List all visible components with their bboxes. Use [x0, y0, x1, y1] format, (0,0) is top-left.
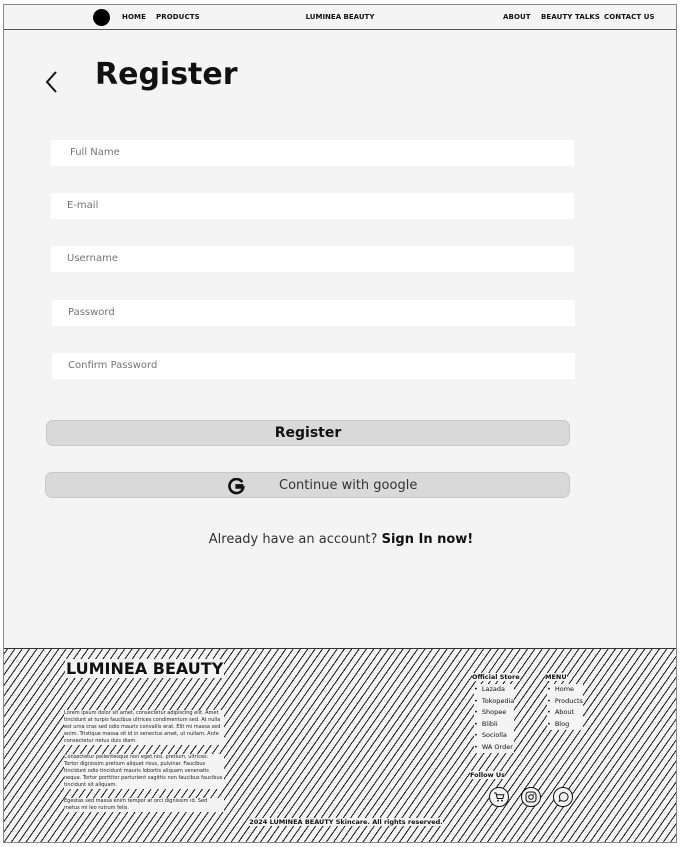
back-arrow-icon[interactable] [42, 67, 64, 97]
store-link-wa-order[interactable]: WA Order [474, 741, 515, 753]
footer-brand: LUMINEA BEAUTY [65, 659, 225, 678]
google-button-label: Continue with google [279, 478, 418, 493]
page-frame: HOME PRODUCTS LUMINEA BEAUTY ABOUT BEAUT… [3, 4, 677, 843]
top-nav-bar: HOME PRODUCTS LUMINEA BEAUTY ABOUT BEAUT… [4, 5, 676, 30]
follow-us-title: Follow Us [470, 771, 505, 779]
menu-title: MENU [545, 673, 567, 681]
footer-menu-products[interactable]: Products [547, 695, 583, 707]
google-signin-button[interactable]: Continue with google [45, 472, 570, 498]
password-input[interactable] [52, 300, 575, 326]
footer-menu-about[interactable]: About [547, 707, 583, 719]
nav-contact-us[interactable]: CONTACT US [604, 13, 655, 21]
confirm-password-input[interactable] [52, 353, 575, 379]
footer-paragraph: Egestas sed massa enim tempor at orci di… [64, 798, 224, 812]
footer: LUMINEA BEAUTY Lorem ipsum dolor sit ame… [4, 648, 676, 842]
store-link-blibli[interactable]: Blibli [474, 718, 515, 730]
copyright-text: 2024 LUMINEA BEAUTY Skincare. All rights… [4, 818, 676, 826]
register-button[interactable]: Register [46, 420, 570, 446]
full-name-input[interactable] [51, 140, 574, 166]
whatsapp-icon[interactable] [553, 787, 573, 807]
footer-menu-blog[interactable]: Blog [547, 718, 583, 730]
google-icon [228, 477, 245, 495]
sign-in-link[interactable]: Sign In now! [382, 532, 474, 547]
copyright-label: 2024 LUMINEA BEAUTY Skincare. All rights… [249, 818, 443, 826]
store-link-shopee[interactable]: Shopee [474, 707, 515, 719]
footer-paragraph: Consectetur pellentesque non eget nisl, … [64, 754, 224, 789]
page-title: Register [95, 57, 238, 92]
shopping-cart-icon[interactable] [489, 787, 509, 807]
username-input[interactable] [51, 246, 574, 272]
footer-paragraph: Lorem ipsum dolor sit amet, consectetur … [64, 710, 224, 745]
email-input[interactable] [51, 193, 574, 219]
instagram-icon[interactable] [521, 787, 541, 807]
nav-about[interactable]: ABOUT [503, 13, 531, 21]
footer-menu-list: Home Products About Blog [547, 684, 583, 730]
footer-menu-home[interactable]: Home [547, 684, 583, 696]
official-store-list: Lazada Tokopedia Shopee Blibli Sociolla … [474, 684, 515, 753]
signin-prompt: Already have an account? Sign In now! [4, 532, 676, 547]
store-link-lazada[interactable]: Lazada [474, 684, 515, 696]
nav-beauty-talks[interactable]: BEAUTY TALKS [541, 13, 600, 21]
store-link-tokopedia[interactable]: Tokopedia [474, 695, 515, 707]
official-store-title: Official Store [472, 673, 520, 681]
store-link-sociolla[interactable]: Sociolla [474, 730, 515, 742]
already-account-text: Already have an account? [208, 532, 378, 547]
